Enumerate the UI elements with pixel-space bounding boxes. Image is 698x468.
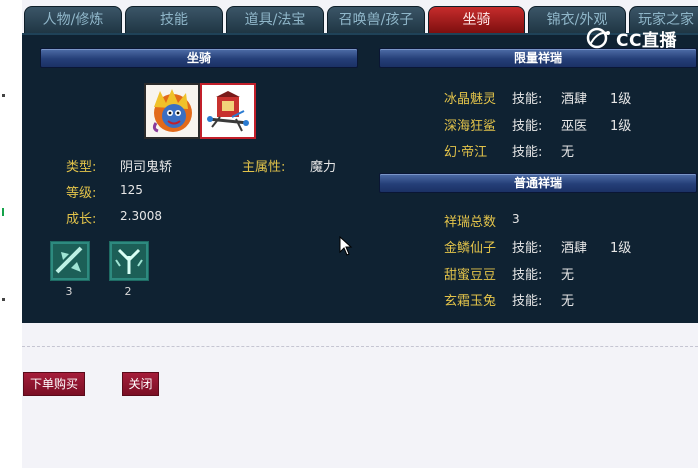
- claw-skill-icon[interactable]: [109, 241, 149, 281]
- mount-panel: 坐骑 类型: 阴司鬼轿 主属性: 魔力 等级: 125 成长: 2.3008 3…: [22, 33, 698, 323]
- normal-header: 普通祥瑞: [379, 173, 697, 193]
- margin-dot: [2, 94, 5, 97]
- margin-dot: [2, 298, 5, 301]
- tab-mount[interactable]: 坐骑: [428, 6, 525, 33]
- section-divider: [22, 346, 698, 347]
- tab-character[interactable]: 人物/修炼: [24, 6, 122, 33]
- level-value: 125: [120, 183, 143, 197]
- normal-skill: 酒肆: [561, 241, 588, 256]
- limited-name: 幻·帝江: [444, 145, 488, 160]
- limited-name: 深海狂鲨: [444, 119, 497, 134]
- main-attribute-label: 主属性:: [242, 160, 286, 175]
- type-value: 阴司鬼轿: [120, 160, 173, 175]
- limited-name: 冰晶魅灵: [444, 92, 497, 107]
- limited-level: 1级: [610, 92, 632, 107]
- tab-skills[interactable]: 技能: [125, 6, 223, 33]
- tab-summons[interactable]: 召唤兽/孩子: [327, 6, 425, 33]
- cc-live-watermark: CC直播: [586, 24, 677, 52]
- normal-skill-label: 技能:: [512, 294, 543, 309]
- palanquin-mount-icon[interactable]: [200, 83, 256, 139]
- main-attribute-value: 魔力: [310, 160, 337, 175]
- limited-skill: 无: [561, 145, 575, 160]
- cc-live-logo-icon: [586, 27, 610, 49]
- normal-skill: 无: [561, 294, 575, 309]
- type-label: 类型:: [66, 160, 97, 175]
- skill-level: 3: [65, 285, 73, 298]
- normal-name: 金鳞仙子: [444, 241, 497, 256]
- normal-level: 1级: [610, 241, 632, 256]
- left-margin: [0, 0, 22, 468]
- limited-skill-label: 技能:: [512, 119, 543, 134]
- mouse-cursor-icon: [339, 236, 353, 256]
- growth-value: 2.3008: [120, 209, 162, 223]
- level-label: 等级:: [66, 186, 97, 201]
- mount-header: 坐骑: [40, 48, 358, 68]
- margin-marker: [2, 208, 4, 216]
- total-value: 3: [512, 212, 520, 226]
- sword-skill-icon[interactable]: [50, 241, 90, 281]
- buy-button[interactable]: 下单购买: [23, 372, 85, 396]
- normal-name: 玄霜玉兔: [444, 294, 497, 309]
- normal-skill: 无: [561, 268, 575, 283]
- lion-mount-icon[interactable]: [144, 83, 200, 139]
- growth-label: 成长:: [66, 212, 97, 227]
- limited-skill: 酒肆: [561, 92, 588, 107]
- normal-skill-label: 技能:: [512, 241, 543, 256]
- skill-level: 2: [124, 285, 132, 298]
- watermark-text: CC直播: [616, 30, 677, 51]
- limited-skill-label: 技能:: [512, 145, 543, 160]
- tab-items[interactable]: 道具/法宝: [226, 6, 324, 33]
- limited-level: 1级: [610, 119, 632, 134]
- total-label: 祥瑞总数: [444, 215, 497, 230]
- normal-name: 甜蜜豆豆: [444, 268, 497, 283]
- limited-skill-label: 技能:: [512, 92, 543, 107]
- close-button[interactable]: 关闭: [122, 372, 159, 396]
- normal-skill-label: 技能:: [512, 268, 543, 283]
- limited-skill: 巫医: [561, 119, 588, 134]
